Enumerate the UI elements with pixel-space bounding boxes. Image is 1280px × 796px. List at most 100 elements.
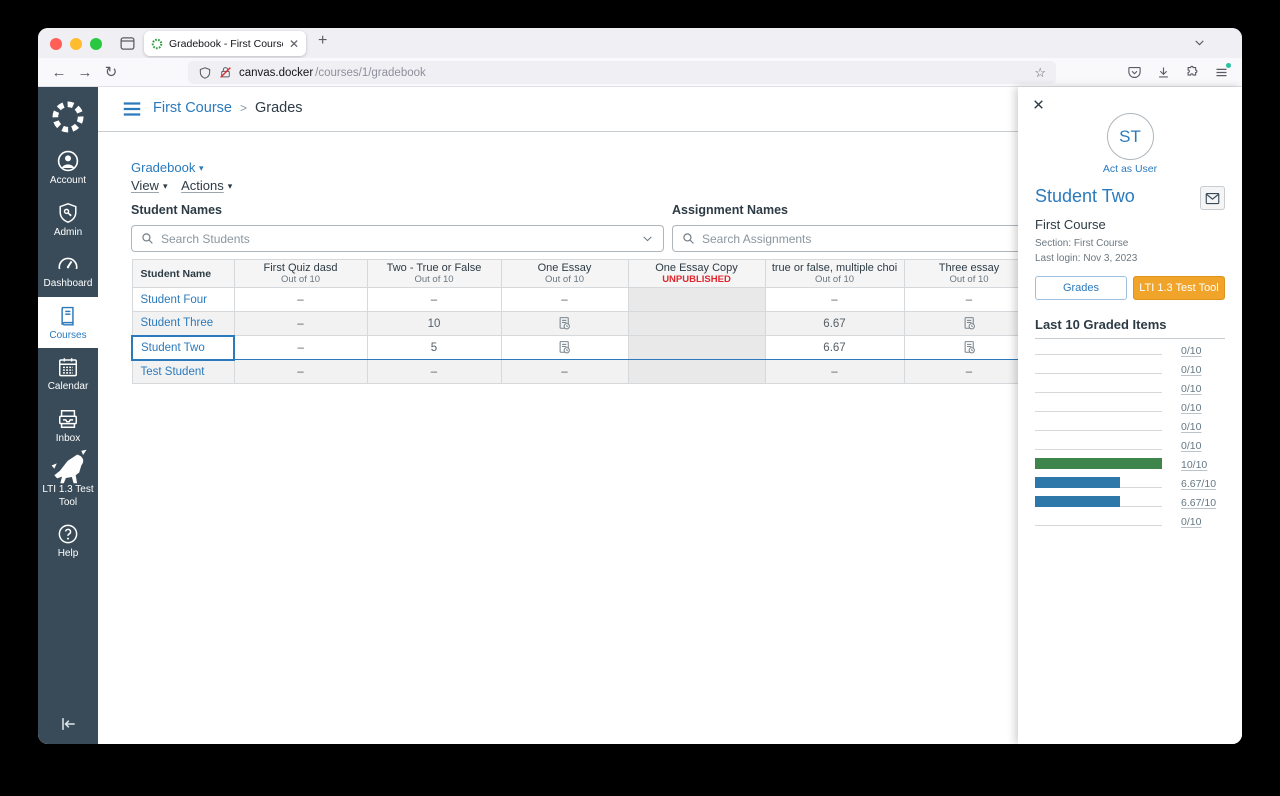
grade-cell[interactable]: – bbox=[904, 288, 1034, 312]
sidebar-item-account[interactable]: Account bbox=[38, 142, 98, 194]
gradebook-menu-button[interactable]: Gradebook ▾ bbox=[131, 160, 232, 175]
student-name-link[interactable]: Student Two bbox=[141, 342, 205, 354]
grade-cell[interactable] bbox=[628, 336, 765, 360]
student-name-cell: Student Four bbox=[132, 288, 234, 312]
column-header-assignment[interactable]: One EssayOut of 10 bbox=[501, 260, 628, 288]
tray-student-name-link[interactable]: Student Two bbox=[1035, 186, 1135, 207]
grade-cell[interactable]: – bbox=[234, 360, 367, 384]
message-student-button[interactable] bbox=[1200, 186, 1225, 210]
grade-score-link[interactable]: 0/10 bbox=[1181, 364, 1201, 376]
grade-score-link[interactable]: 0/10 bbox=[1181, 516, 1201, 528]
new-tab-button[interactable]: + bbox=[318, 32, 327, 50]
student-search-input[interactable] bbox=[161, 232, 634, 246]
student-name-link[interactable]: Student Three bbox=[141, 317, 214, 329]
url-bar[interactable]: canvas.docker/courses/1/gradebook ☆ bbox=[188, 61, 1056, 84]
student-name-cell: Test Student bbox=[132, 360, 234, 384]
zoom-window-button[interactable] bbox=[90, 38, 102, 50]
grade-score-link[interactable]: 0/10 bbox=[1181, 383, 1201, 395]
grade-cell[interactable]: – bbox=[904, 360, 1034, 384]
grade-score-link[interactable]: 10/10 bbox=[1181, 459, 1207, 471]
window-controls[interactable] bbox=[50, 38, 102, 50]
tray-last-login: Last login: Nov 3, 2023 bbox=[1035, 252, 1225, 267]
column-header-assignment[interactable]: Two - True or FalseOut of 10 bbox=[367, 260, 501, 288]
student-name-link[interactable]: Test Student bbox=[141, 366, 205, 378]
reload-button[interactable]: ↻ bbox=[100, 62, 122, 84]
student-name-link[interactable]: Student Four bbox=[141, 294, 207, 306]
grade-cell[interactable]: – bbox=[765, 288, 904, 312]
sidebar-item-admin[interactable]: Admin bbox=[38, 194, 98, 246]
grade-cell[interactable] bbox=[628, 360, 765, 384]
graded-item: 6.67/10 bbox=[1035, 472, 1225, 491]
sidebar-item-lti[interactable]: LTI 1.3 Test Tool bbox=[38, 451, 98, 515]
actions-menu-button[interactable]: Actions bbox=[181, 178, 224, 193]
courses-menu-icon[interactable] bbox=[120, 98, 144, 125]
collapse-nav-icon[interactable] bbox=[38, 714, 98, 734]
lti-test-tool-button[interactable]: LTI 1.3 Test Tool bbox=[1133, 276, 1225, 300]
column-header-assignment[interactable]: First Quiz dasdOut of 10 bbox=[234, 260, 367, 288]
grade-score-link[interactable]: 0/10 bbox=[1181, 345, 1201, 357]
downloads-icon[interactable] bbox=[1154, 62, 1172, 82]
act-as-user-link[interactable]: Act as User bbox=[1035, 163, 1225, 175]
search-icon bbox=[682, 232, 695, 245]
grade-cell[interactable] bbox=[628, 312, 765, 336]
app-menu-icon[interactable] bbox=[1212, 62, 1230, 82]
grade-cell[interactable]: – bbox=[234, 312, 367, 336]
column-header-assignment[interactable]: true or false, multiple choiOut of 10 bbox=[765, 260, 904, 288]
chevron-down-icon[interactable] bbox=[641, 232, 654, 245]
view-menu-button[interactable]: View bbox=[131, 178, 159, 193]
extensions-icon[interactable] bbox=[1183, 62, 1201, 82]
sidebar-item-courses[interactable]: Courses bbox=[38, 297, 98, 349]
grade-cell[interactable]: 5 bbox=[367, 336, 501, 360]
graded-item: 0/10 bbox=[1035, 434, 1225, 453]
forward-button[interactable]: → bbox=[74, 62, 96, 84]
grade-cell[interactable]: 6.67 bbox=[765, 336, 904, 360]
close-window-button[interactable] bbox=[50, 38, 62, 50]
grade-cell[interactable] bbox=[628, 288, 765, 312]
bookmark-star-icon[interactable]: ☆ bbox=[1034, 65, 1046, 81]
tab-close-icon[interactable]: ✕ bbox=[289, 37, 299, 51]
column-header-assignment[interactable]: Three essayOut of 10 bbox=[904, 260, 1034, 288]
tab-list-chevron-icon[interactable] bbox=[1193, 36, 1206, 54]
student-avatar[interactable]: ST bbox=[1107, 113, 1154, 160]
shield-icon[interactable] bbox=[198, 66, 212, 80]
search-icon bbox=[141, 232, 154, 245]
grade-score-link[interactable]: 6.67/10 bbox=[1181, 497, 1216, 509]
grade-cell[interactable]: 10 bbox=[367, 312, 501, 336]
grade-cell[interactable] bbox=[904, 312, 1034, 336]
grade-cell[interactable]: – bbox=[501, 288, 628, 312]
grade-cell[interactable] bbox=[501, 312, 628, 336]
minimize-window-button[interactable] bbox=[70, 38, 82, 50]
breadcrumb-course-link[interactable]: First Course bbox=[153, 100, 232, 116]
grade-cell[interactable] bbox=[501, 336, 628, 360]
needs-grading-icon bbox=[962, 316, 977, 331]
sidebar-item-label: Help bbox=[58, 548, 79, 561]
grade-cell[interactable]: – bbox=[234, 288, 367, 312]
close-tray-icon[interactable] bbox=[1028, 94, 1048, 114]
insecure-lock-icon[interactable] bbox=[219, 66, 232, 79]
grade-cell[interactable]: – bbox=[501, 360, 628, 384]
grade-score-link[interactable]: 0/10 bbox=[1181, 402, 1201, 414]
assignment-search-input[interactable] bbox=[702, 232, 1040, 246]
sidebar-item-calendar[interactable]: Calendar bbox=[38, 348, 98, 400]
grades-button[interactable]: Grades bbox=[1035, 276, 1127, 300]
sidebar-item-dashboard[interactable]: Dashboard bbox=[38, 245, 98, 297]
pocket-icon[interactable] bbox=[1125, 62, 1143, 82]
firefox-view-icon[interactable] bbox=[116, 33, 138, 53]
column-header-student-name[interactable]: Student Name bbox=[132, 260, 234, 288]
grade-cell[interactable]: – bbox=[765, 360, 904, 384]
sidebar-item-help[interactable]: Help bbox=[38, 515, 98, 567]
grade-cell[interactable]: – bbox=[367, 360, 501, 384]
grade-cell[interactable]: 6.67 bbox=[765, 312, 904, 336]
back-button[interactable]: ← bbox=[48, 62, 70, 84]
grade-cell[interactable]: – bbox=[234, 336, 367, 360]
browser-tab[interactable]: Gradebook - First Course ✕ bbox=[144, 31, 306, 56]
sidebar-item-inbox[interactable]: Inbox bbox=[38, 400, 98, 452]
column-header-assignment[interactable]: One Essay CopyUNPUBLISHED bbox=[628, 260, 765, 288]
grade-cell[interactable]: – bbox=[367, 288, 501, 312]
grade-score-link[interactable]: 0/10 bbox=[1181, 440, 1201, 452]
sidebar-item-label: Calendar bbox=[48, 381, 89, 394]
canvas-logo-icon[interactable] bbox=[47, 96, 89, 138]
grade-score-link[interactable]: 6.67/10 bbox=[1181, 478, 1216, 490]
grade-cell[interactable] bbox=[904, 336, 1034, 360]
grade-score-link[interactable]: 0/10 bbox=[1181, 421, 1201, 433]
